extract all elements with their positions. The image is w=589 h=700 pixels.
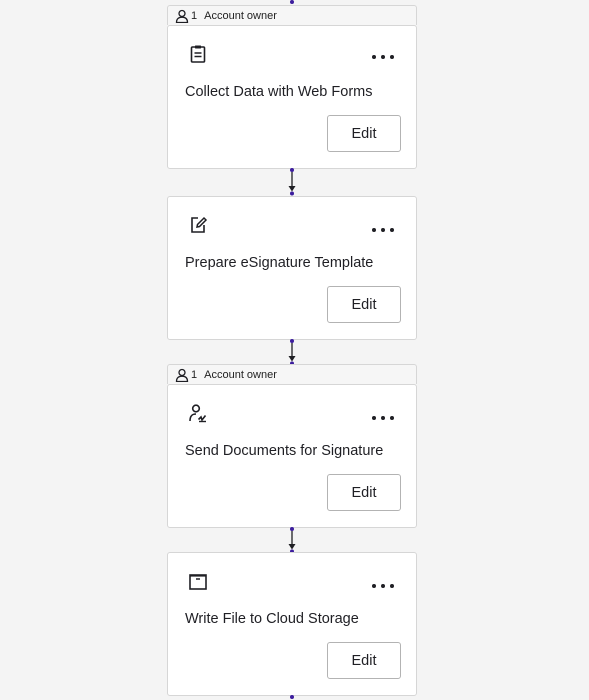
more-options-button[interactable] [372,413,394,423]
edit-document-icon [188,215,208,235]
dot-icon [381,584,385,588]
step-card[interactable]: Send Documents for Signature Edit [167,384,417,528]
person-icon [175,368,189,382]
dot-icon [381,416,385,420]
dot-icon [381,55,385,59]
step-card[interactable]: Collect Data with Web Forms Edit [167,25,417,169]
connector-arrow [286,167,298,196]
dot-icon [372,416,376,420]
assignee-bar[interactable]: 1 Account owner [167,364,417,384]
more-options-button[interactable] [372,225,394,235]
dot-icon [390,416,394,420]
more-options-button[interactable] [372,52,394,62]
step-title: Prepare eSignature Template [185,255,374,271]
more-options-button[interactable] [372,581,394,591]
archive-box-icon [188,573,208,593]
dot-icon [381,228,385,232]
assignee-label: Account owner [204,368,277,381]
step-title: Collect Data with Web Forms [185,84,373,100]
step-title: Write File to Cloud Storage [185,611,359,627]
workflow-step: 1 Account owner Send Documents for Signa… [167,364,417,528]
dot-icon [372,55,376,59]
connector-bottom [286,694,298,700]
edit-button[interactable]: Edit [327,642,401,679]
dot-icon [372,228,376,232]
assignee-bar[interactable]: 1 Account owner [167,5,417,25]
assignee-count: 1 [191,368,198,381]
clipboard-icon [188,44,208,64]
workflow-step: 1 Account owner Collect Data with Web Fo… [167,5,417,169]
step-title: Send Documents for Signature [185,443,384,459]
assignee-count: 1 [191,9,198,22]
person-sign-icon [188,403,208,423]
dot-icon [390,55,394,59]
dot-icon [390,584,394,588]
dot-icon [390,228,394,232]
edit-button[interactable]: Edit [327,474,401,511]
connector-arrow [286,526,298,554]
dot-icon [372,584,376,588]
step-card[interactable]: Write File to Cloud Storage Edit [167,552,417,696]
person-icon [175,9,189,23]
edit-button[interactable]: Edit [327,115,401,152]
edit-button[interactable]: Edit [327,286,401,323]
workflow-canvas: 1 Account owner Collect Data with Web Fo… [0,0,589,700]
step-card[interactable]: Prepare eSignature Template Edit [167,196,417,340]
workflow-step: Prepare eSignature Template Edit [167,196,417,340]
assignee-label: Account owner [204,9,277,22]
connector-arrow [286,338,298,366]
workflow-step: Write File to Cloud Storage Edit [167,552,417,696]
